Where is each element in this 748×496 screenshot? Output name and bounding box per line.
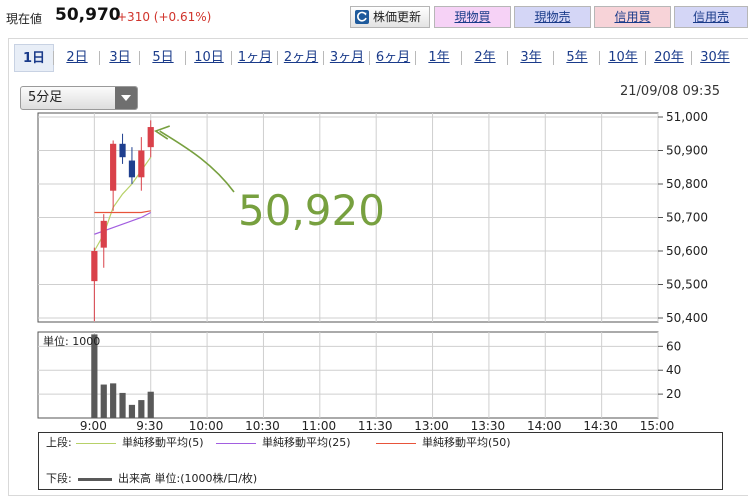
legend-upper-label: 上段: [46,436,72,449]
legend-ma50-swatch [376,443,416,444]
tab-period-12[interactable]: 5年 [554,44,600,72]
quote-bar: 現在値 50,970 +310 (+0.61%) 株価更新 現物買 現物売 信用… [0,0,748,34]
tab-period-2[interactable]: 3日 [100,44,140,72]
tab-period-11[interactable]: 3年 [508,44,554,72]
tab-period-14[interactable]: 20年 [646,44,692,72]
spot-buy-button[interactable]: 現物買 [434,6,511,28]
legend-volume-swatch [78,478,112,481]
current-price-label: 現在値 [6,12,43,26]
tab-period-3[interactable]: 5日 [140,44,186,72]
legend-lower-label: 下段: [46,472,72,485]
refresh-price-label: 株価更新 [373,10,422,24]
tab-period-7[interactable]: 3ヶ月 [324,44,370,72]
tab-period-0[interactable]: 1日 [14,44,54,72]
tab-period-8[interactable]: 6ヶ月 [370,44,416,72]
refresh-icon [355,10,369,24]
spot-sell-button[interactable]: 現物売 [514,6,591,28]
legend-ma25-swatch [216,443,256,444]
tab-period-6[interactable]: 2ヶ月 [278,44,324,72]
price-change: +310 (+0.61%) [117,10,212,24]
legend-ma25-label: 単純移動平均(25) [262,436,351,449]
tab-period-10[interactable]: 2年 [462,44,508,72]
tab-period-4[interactable]: 10日 [186,44,232,72]
tab-period-15[interactable]: 30年 [692,44,738,72]
margin-buy-button[interactable]: 信用買 [594,6,671,28]
tab-period-1[interactable]: 2日 [54,44,100,72]
tab-period-13[interactable]: 10年 [600,44,646,72]
chart-legend: 上段: 単純移動平均(5) 単純移動平均(25) 単純移動平均(50) 下段: … [38,432,723,490]
interval-select[interactable]: 5分足 [20,86,138,110]
current-price: 50,970 [55,5,121,25]
tab-period-5[interactable]: 1ヶ月 [232,44,278,72]
legend-ma50-label: 単純移動平均(50) [422,436,511,449]
chart-timestamp: 21/09/08 09:35 [620,84,720,99]
margin-sell-button[interactable]: 信用売 [674,6,748,28]
tab-period-9[interactable]: 1年 [416,44,462,72]
legend-ma5-swatch [76,443,116,444]
legend-ma5-label: 単純移動平均(5) [122,436,204,449]
legend-volume-label: 出来高 単位:(1000株/口/枚) [118,472,258,485]
chevron-down-icon [115,87,137,109]
refresh-price-button[interactable]: 株価更新 [350,6,430,28]
interval-select-value: 5分足 [28,90,63,105]
